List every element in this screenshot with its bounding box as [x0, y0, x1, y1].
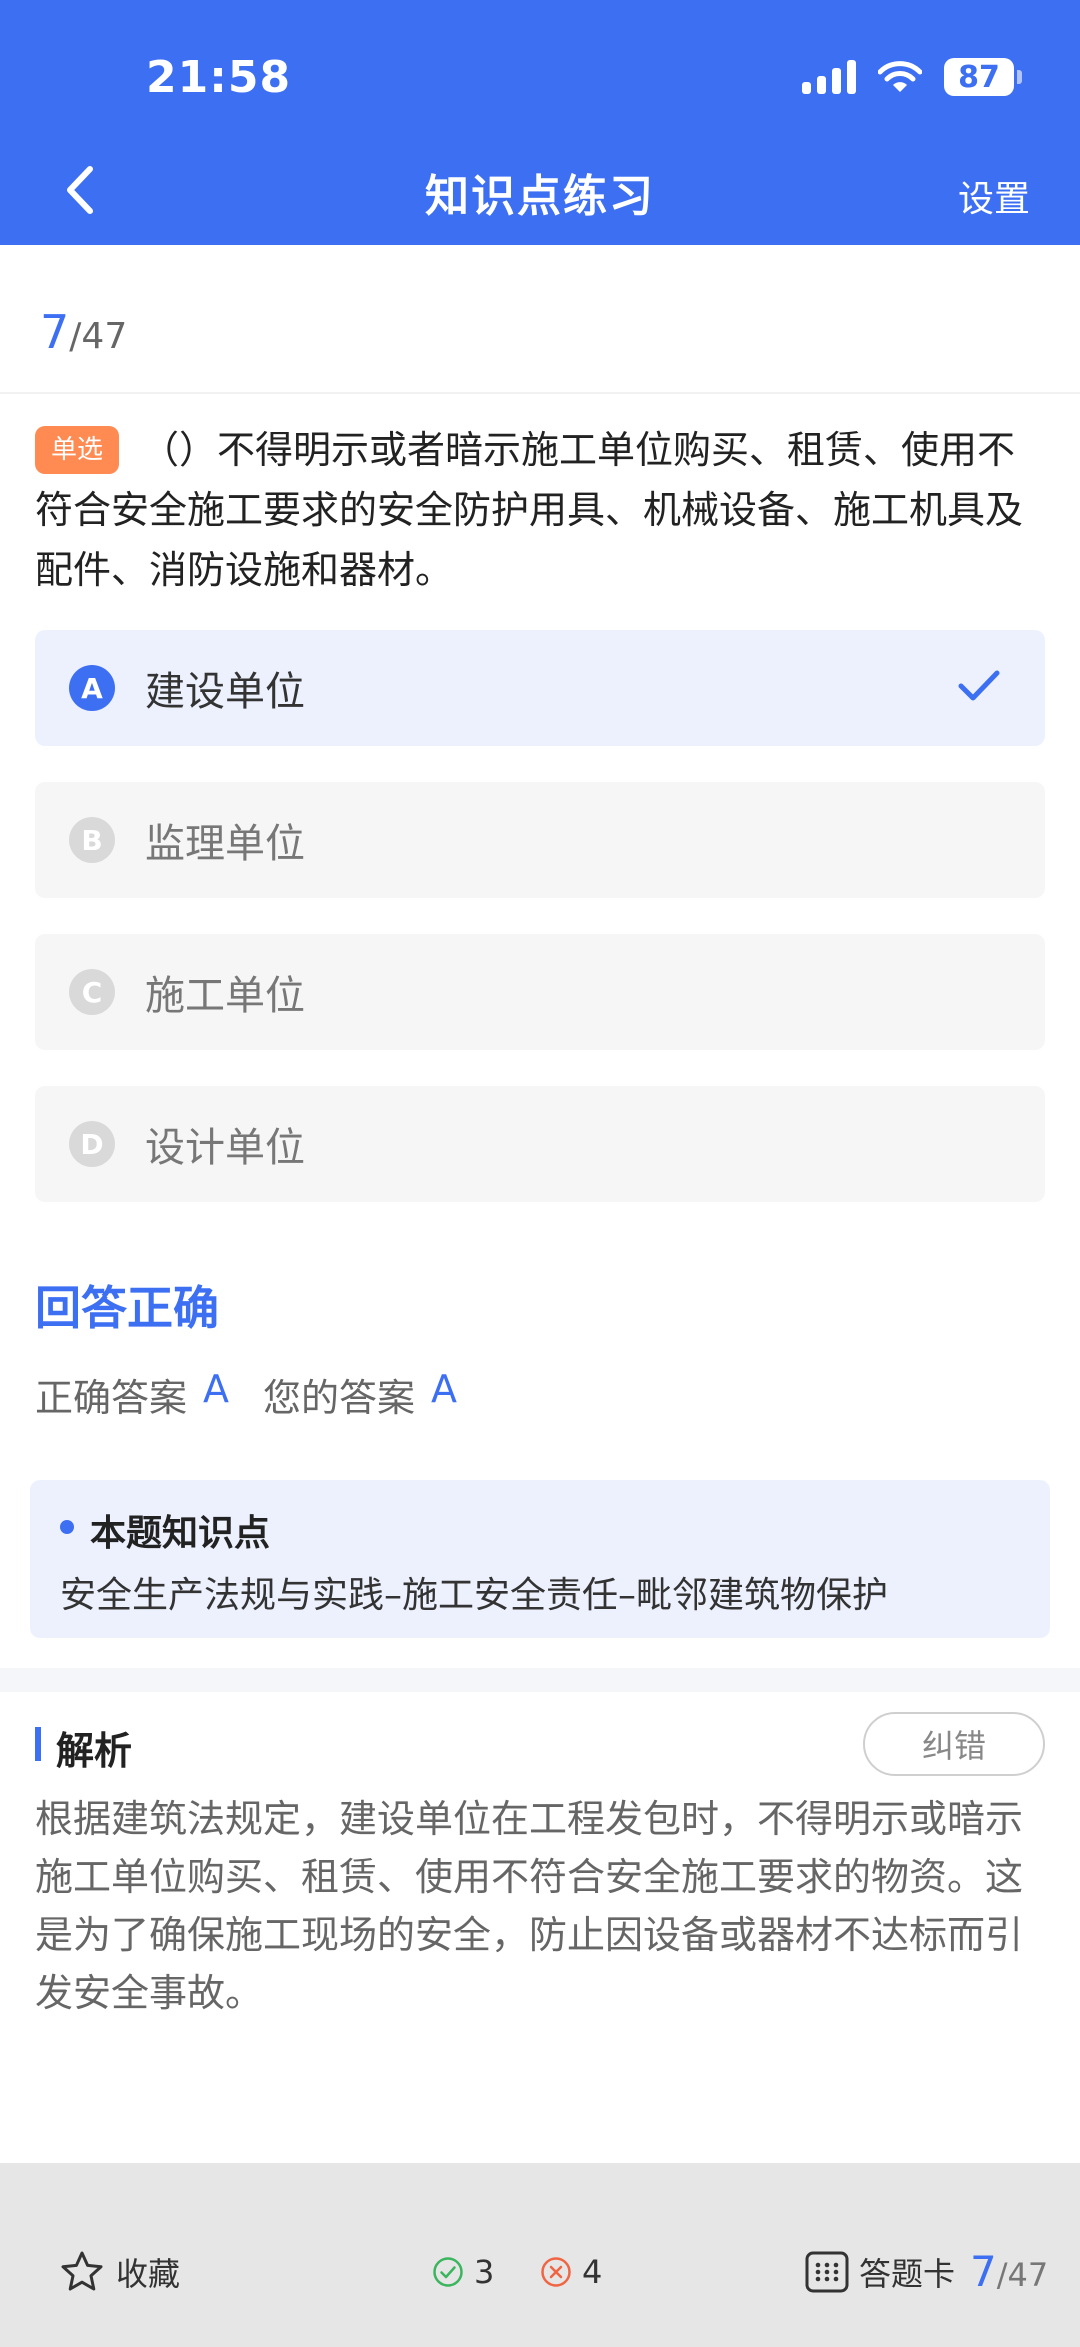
- option-letter: D: [69, 1121, 115, 1167]
- favorite-label: 收藏: [116, 2255, 181, 2293]
- grid-icon: [805, 2251, 849, 2293]
- star-icon: [61, 2251, 103, 2291]
- battery-icon: 87: [944, 58, 1022, 96]
- analysis-title: 解析: [56, 1729, 133, 1773]
- analysis-text: 根据建筑法规定，建设单位在工程发包时，不得明示或暗示施工单位购买、租赁、使用不符…: [35, 1797, 1024, 2015]
- correct-count-value: 3: [474, 2253, 495, 2291]
- progress-total: /47: [69, 316, 128, 357]
- your-answer-label: 您的答案: [263, 1376, 416, 1420]
- knowledge-point-text: 安全生产法规与实践–施工安全责任–毗邻建筑物保护: [60, 1575, 889, 1616]
- option-text: 设计单位: [145, 1125, 305, 1171]
- progress-current: 7: [40, 305, 70, 359]
- answer-summary: 正确答案 A 您的答案 A: [35, 1367, 475, 1422]
- bottom-progress-total: /47: [996, 2256, 1049, 2294]
- wifi-icon: [878, 61, 922, 92]
- analysis-accent-bar: [35, 1727, 41, 1761]
- answer-card-label: 答题卡: [859, 2255, 956, 2293]
- result-title: 回答正确: [35, 1281, 219, 1335]
- option-text: 监理单位: [145, 821, 305, 867]
- status-time: 21:58: [146, 52, 292, 103]
- settings-button[interactable]: 设置: [958, 170, 1030, 222]
- divider: [0, 392, 1080, 394]
- option-b[interactable]: B 监理单位: [35, 782, 1045, 898]
- question: 单选 （）不得明示或者暗示施工单位购买、租赁、使用不符合安全施工要求的安全防护用具…: [35, 420, 1045, 600]
- bullet-dot: [60, 1520, 74, 1534]
- check-circle-icon: [433, 2257, 463, 2287]
- report-error-button[interactable]: 纠错: [863, 1712, 1045, 1776]
- question-text: （）不得明示或者暗示施工单位购买、租赁、使用不符合安全施工要求的安全防护用具、机…: [35, 428, 1024, 592]
- answer-card-button[interactable]: 答题卡: [805, 2249, 955, 2295]
- option-letter: C: [69, 969, 115, 1015]
- practice-page: 21:58 87 知识点练习 设置 7/47 单选 （）不得明示或者暗示施工单位购…: [0, 0, 1080, 2347]
- wrong-count: 4: [540, 2253, 602, 2291]
- option-letter: B: [69, 817, 115, 863]
- option-c[interactable]: C 施工单位: [35, 934, 1045, 1050]
- correct-count: 3: [432, 2253, 494, 2291]
- knowledge-point-title: 本题知识点: [90, 1513, 271, 1554]
- x-circle-icon: [541, 2257, 571, 2287]
- question-type-badge: 单选: [35, 426, 120, 474]
- correct-answer-label: 正确答案: [35, 1376, 188, 1420]
- app-header: 21:58 87 知识点练习 设置: [0, 0, 1080, 245]
- your-answer-value: A: [431, 1367, 458, 1411]
- bottom-progress: 7/47: [970, 2247, 1048, 2296]
- signal-icon: [802, 60, 856, 94]
- wrong-count-value: 4: [582, 2253, 603, 2291]
- option-letter: A: [69, 665, 115, 711]
- knowledge-point-card: 本题知识点 安全生产法规与实践–施工安全责任–毗邻建筑物保护: [30, 1480, 1050, 1638]
- option-d[interactable]: D 设计单位: [35, 1086, 1045, 1202]
- bottom-bar: 收藏 3 4 答题卡 7/47: [0, 2163, 1080, 2347]
- favorite-button[interactable]: 收藏: [60, 2249, 180, 2295]
- option-text: 建设单位: [145, 669, 305, 715]
- correct-answer-value: A: [203, 1367, 230, 1411]
- option-text: 施工单位: [145, 973, 305, 1019]
- question-progress: 7/47: [40, 305, 127, 359]
- check-icon: [958, 670, 1000, 701]
- option-a[interactable]: A 建设单位: [35, 630, 1045, 746]
- status-icons: 87: [802, 58, 1022, 96]
- bottom-progress-current: 7: [970, 2247, 997, 2296]
- page-title: 知识点练习: [425, 171, 655, 222]
- section-separator: [0, 1668, 1080, 1692]
